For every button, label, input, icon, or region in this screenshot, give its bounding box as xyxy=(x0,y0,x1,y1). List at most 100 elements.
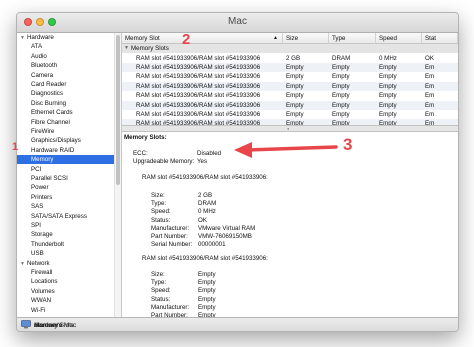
column-header-speed[interactable]: Speed xyxy=(376,33,422,44)
sidebar-item-diagnostics[interactable]: Diagnostics xyxy=(17,89,114,98)
field-value: VMware Virtual RAM xyxy=(198,224,256,232)
sidebar-scrollbar[interactable] xyxy=(114,33,121,317)
sidebar-item-firewire[interactable]: FireWire xyxy=(17,127,114,136)
sidebar-item-ethernet-cards[interactable]: Ethernet Cards xyxy=(17,108,114,117)
table-cell: Empty xyxy=(379,63,397,71)
table-cell: RAM slot #541933906/RAM slot #541933906 xyxy=(136,82,261,90)
table-cell: RAM slot #541933906/RAM slot #541933906 xyxy=(136,73,261,81)
sidebar-item-power[interactable]: Power xyxy=(17,183,114,192)
table-group-row[interactable]: ▼ Memory Slots xyxy=(122,44,458,54)
sidebar-item-label: Printers xyxy=(31,193,53,201)
field-label: Status: xyxy=(151,295,171,303)
sidebar-item-audio[interactable]: Audio xyxy=(17,52,114,61)
disclosure-triangle-icon[interactable]: ▼ xyxy=(124,44,129,53)
table-row[interactable]: RAM slot #541933906/RAM slot #541933906 E… xyxy=(122,100,458,110)
table-cell: RAM slot #541933906/RAM slot #541933906 xyxy=(136,63,261,71)
sidebar-item-pci[interactable]: PCI xyxy=(17,165,114,174)
table-cell: Em xyxy=(425,110,435,118)
table-row[interactable]: RAM slot #541933906/RAM slot #541933906 2… xyxy=(122,54,458,63)
table-cell: RAM slot #541933906/RAM slot #541933906 xyxy=(136,54,261,62)
slot-2-title: RAM slot #541933906/RAM slot #541933906: xyxy=(142,255,268,262)
sidebar-item-label: SPI xyxy=(31,222,41,229)
field-value: Empty xyxy=(198,295,216,303)
sort-ascending-icon: ▲ xyxy=(273,35,278,41)
sidebar-item-disc-burning[interactable]: Disc Burning xyxy=(17,99,114,108)
table-cell: RAM slot #541933906/RAM slot #541933906 xyxy=(136,101,261,109)
sidebar-category-network[interactable]: ▼ Network xyxy=(17,259,117,268)
column-header-status[interactable]: Stat xyxy=(422,33,458,44)
sidebar-item-fibre-channel[interactable]: Fibre Channel xyxy=(17,118,114,127)
sidebar-item-locations[interactable]: Locations xyxy=(17,277,114,286)
table-cell: Empty xyxy=(286,110,304,118)
table-cell: Empty xyxy=(332,63,350,71)
group-label: Memory Slots xyxy=(131,45,169,52)
sidebar-item-thunderbolt[interactable]: Thunderbolt xyxy=(17,240,114,249)
sidebar-item-sas[interactable]: SAS xyxy=(17,202,114,211)
sidebar-item-usb[interactable]: USB xyxy=(17,249,114,258)
table-cell: Em xyxy=(425,63,435,71)
annotation-2: 2 xyxy=(182,31,191,48)
sidebar-item-printers[interactable]: Printers xyxy=(17,193,114,202)
sidebar-item-sata-sata-express[interactable]: SATA/SATA Express xyxy=(17,212,114,221)
column-header-size[interactable]: Size xyxy=(283,33,329,44)
sidebar-item-hardware-raid[interactable]: Hardware RAID xyxy=(17,146,114,155)
field-value: 0 MHz xyxy=(198,208,216,216)
table-cell: 0 MHz xyxy=(379,54,397,62)
sidebar-item-label: Volumes xyxy=(31,287,55,295)
sidebar-item-memory[interactable]: Memory xyxy=(17,155,114,165)
column-header-type[interactable]: Type xyxy=(329,33,376,44)
sidebar-item-label: USB xyxy=(31,250,44,258)
sidebar-item-ata[interactable]: ATA xyxy=(17,42,114,51)
sidebar-item-volumes[interactable]: Volumes xyxy=(17,287,114,296)
table-cell: OK xyxy=(425,54,434,62)
computer-icon xyxy=(21,320,31,331)
field-label: Type: xyxy=(151,279,167,287)
field-label: Type: xyxy=(151,200,167,208)
sidebar-item-card-reader[interactable]: Card Reader xyxy=(17,80,114,89)
annotation-1: 1 xyxy=(12,141,19,153)
sidebar-item-label: Card Reader xyxy=(31,81,67,88)
sidebar-item-camera[interactable]: Camera xyxy=(17,71,114,80)
table-row[interactable]: RAM slot #541933906/RAM slot #541933906 E… xyxy=(122,110,458,119)
sidebar-category-hardware[interactable]: ▼ Hardware xyxy=(17,33,117,42)
sidebar-item-label: Storage xyxy=(31,231,53,239)
sidebar-item-label: Memory xyxy=(31,156,54,164)
table-cell: Empty xyxy=(379,110,397,118)
table-cell: Empty xyxy=(286,101,304,109)
sidebar: ▼ Hardware ATA Audio Bluetooth Camera Card Rea… xyxy=(17,33,122,317)
table-cell: Em xyxy=(425,73,435,81)
table-row[interactable]: RAM slot #541933906/RAM slot #541933906 E… xyxy=(122,91,458,100)
table-row[interactable]: RAM slot #541933906/RAM slot #541933906 E… xyxy=(122,81,458,92)
field-value: OK xyxy=(198,216,207,224)
column-header-memory-slot[interactable]: Memory Slot ▲ xyxy=(122,33,283,44)
field-value: 2 GB xyxy=(198,192,213,199)
sidebar-item-label: SATA/SATA Express xyxy=(31,212,87,220)
sidebar-item-parallel-scsi[interactable]: Parallel SCSI xyxy=(17,174,114,183)
field-label: Speed: xyxy=(151,287,171,295)
sidebar-item-wi-fi[interactable]: Wi-Fi xyxy=(17,306,114,315)
table-cell: Empty xyxy=(286,63,304,71)
sidebar-item-spi[interactable]: SPI xyxy=(17,221,114,230)
sidebar-item-firewall[interactable]: Firewall xyxy=(17,268,114,277)
sidebar-item-graphics-displays[interactable]: Graphics/Displays xyxy=(17,136,114,145)
sidebar-item-label: Thunderbolt xyxy=(31,240,65,248)
field-value: Empty xyxy=(198,271,216,278)
table-cell: Em xyxy=(425,92,435,100)
sidebar-item-label: Fibre Channel xyxy=(31,118,70,126)
sidebar-item-label: Audio xyxy=(31,52,47,60)
window-title: Mac xyxy=(228,16,247,27)
sidebar-scrollbar-thumb[interactable] xyxy=(116,35,120,185)
table-cell: Empty xyxy=(332,110,350,118)
field-value: Empty xyxy=(198,287,216,295)
upgradeable-memory-value: Yes xyxy=(197,158,208,165)
table-cell: 2 GB xyxy=(286,54,301,62)
field-value: Empty xyxy=(198,303,216,311)
field-value: VMW-76069150MB xyxy=(198,233,252,240)
sidebar-item-wwan[interactable]: WWAN xyxy=(17,296,114,305)
breadcrumb-memory-slots[interactable]: Memory Slots xyxy=(34,322,74,329)
sidebar-item-storage[interactable]: Storage xyxy=(17,230,114,239)
table-row[interactable]: RAM slot #541933906/RAM slot #541933906 E… xyxy=(122,62,458,73)
sidebar-item-label: Locations xyxy=(31,278,58,286)
table-row[interactable]: RAM slot #541933906/RAM slot #541933906 E… xyxy=(122,72,458,81)
sidebar-item-bluetooth[interactable]: Bluetooth xyxy=(17,61,114,70)
